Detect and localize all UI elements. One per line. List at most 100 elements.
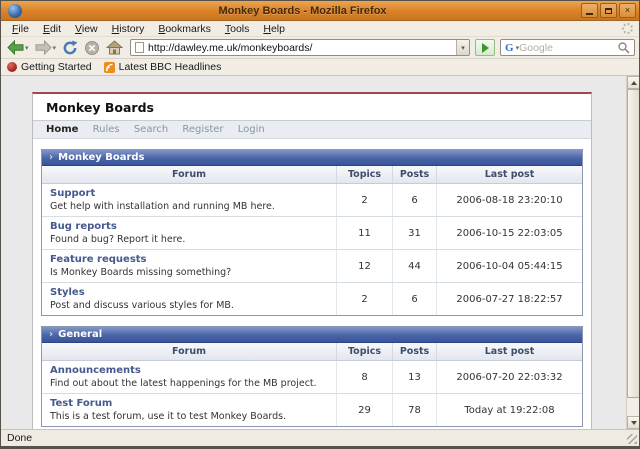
minimize-icon [586,13,593,15]
window-frame-bottom [1,446,639,448]
forum-link[interactable]: Announcements [50,365,141,376]
scroll-up-icon [631,81,637,85]
menu-view[interactable]: View [68,22,105,36]
vertical-scrollbar[interactable] [626,76,639,429]
last-post: 2006-07-20 22:03:32 [436,361,582,393]
nav-link-login[interactable]: Login [238,124,265,135]
column-forum: Forum [42,343,336,360]
rss-feed-icon [104,62,115,73]
forum-description: This is a test forum, use it to test Mon… [50,411,328,422]
scroll-down-button[interactable] [627,416,639,429]
column-posts: Posts [392,166,436,183]
forum-link[interactable]: Support [50,188,95,199]
posts-count: 31 [392,217,436,249]
forum-description: Is Monkey Boards missing something? [50,267,328,278]
column-forum: Forum [42,166,336,183]
bookmark-label: Latest BBC Headlines [119,61,222,73]
forum-section-general: › General Forum Topics Posts Last post A… [41,326,583,427]
column-last-post: Last post [436,343,582,360]
forum-row: Bug reportsFound a bug? Report it here. … [42,216,582,249]
forward-icon [35,40,52,55]
nav-link-home[interactable]: Home [46,124,78,135]
last-post: 2006-08-18 23:20:10 [436,184,582,216]
menu-history[interactable]: History [105,22,152,36]
menu-edit[interactable]: Edit [36,22,68,36]
bookmark-icon [7,62,17,72]
minimize-button[interactable] [581,3,598,18]
forum-link[interactable]: Bug reports [50,221,117,232]
forum-row: SupportGet help with installation and ru… [42,184,582,216]
last-post: 2006-07-27 18:22:57 [436,283,582,315]
title-bar[interactable]: Monkey Boards - Mozilla Firefox × [1,1,639,21]
navigation-toolbar: ▾ ▾ ▾ G ▾ [1,37,639,59]
topics-count: 11 [336,217,392,249]
forum-row: Feature requests Is Monkey Boards missing… [42,249,582,282]
topics-count: 8 [336,361,392,393]
section-header: › General [42,327,582,343]
posts-count: 44 [392,250,436,282]
forum-page: Monkey Boards Home Rules Search Register… [32,92,592,429]
site-icon [135,42,144,53]
posts-count: 13 [392,361,436,393]
browser-window: Monkey Boards - Mozilla Firefox × File E… [0,0,640,449]
forum-section-monkey-boards: › Monkey Boards Forum Topics Posts Last … [41,149,583,316]
maximize-icon [605,8,612,14]
status-bar: Done [1,429,639,446]
forum-row: AnnouncementsFind out about the latest h… [42,361,582,393]
column-topics: Topics [336,343,392,360]
home-icon [106,40,123,55]
go-button[interactable] [475,39,495,56]
nav-link-register[interactable]: Register [182,124,223,135]
last-post: 2006-10-04 05:44:15 [436,250,582,282]
magnifier-icon[interactable] [617,41,631,55]
firefox-icon [8,4,22,18]
nav-link-rules[interactable]: Rules [93,124,120,135]
forum-description: Post and discuss various styles for MB. [50,300,328,311]
forum-link[interactable]: Feature requests [50,254,147,265]
google-icon: G [505,42,514,54]
close-button[interactable]: × [619,3,636,18]
posts-count: 6 [392,283,436,315]
topics-count: 12 [336,250,392,282]
scrollbar-thumb[interactable] [627,89,639,398]
maximize-button[interactable] [600,3,617,18]
forum-link[interactable]: Test Forum [50,398,112,409]
back-dropdown-icon[interactable]: ▾ [25,44,29,52]
bookmark-getting-started[interactable]: Getting Started [7,61,92,73]
nav-link-search[interactable]: Search [134,124,168,135]
posts-count: 78 [392,394,436,426]
menu-file[interactable]: File [5,22,36,36]
section-title: Monkey Boards [58,152,144,163]
url-dropdown-button[interactable]: ▾ [456,40,469,55]
menu-help[interactable]: Help [256,22,292,36]
search-input[interactable] [519,42,617,54]
stop-button[interactable] [82,39,102,57]
menu-bookmarks[interactable]: Bookmarks [151,22,218,36]
back-icon [7,40,24,55]
menu-bar: File Edit View History Bookmarks Tools H… [1,21,639,37]
posts-count: 6 [392,184,436,216]
forum-description: Found a bug? Report it here. [50,234,328,245]
forum-nav: Home Rules Search Register Login [33,121,591,139]
topics-count: 2 [336,283,392,315]
reload-button[interactable] [60,39,80,57]
forward-button[interactable]: ▾ [33,39,59,56]
bookmark-bbc-headlines[interactable]: Latest BBC Headlines [104,61,222,73]
home-button[interactable] [104,39,125,56]
scroll-up-button[interactable] [627,76,639,89]
menu-tools[interactable]: Tools [218,22,257,36]
page-viewport: Monkey Boards Home Rules Search Register… [1,76,639,429]
forum-row: Test Forum This is a test forum, use it t… [42,393,582,426]
url-input[interactable] [148,40,456,55]
throbber-icon [622,23,633,34]
url-bar[interactable]: ▾ [130,39,470,56]
forum-row: Styles Post and discuss various styles fo… [42,282,582,315]
resize-grip[interactable] [627,434,637,444]
search-box[interactable]: G ▾ [500,39,635,56]
column-topics: Topics [336,166,392,183]
forum-link[interactable]: Styles [50,287,85,298]
page-title: Monkey Boards [33,94,591,121]
forward-dropdown-icon[interactable]: ▾ [53,44,57,52]
back-button[interactable]: ▾ [5,39,31,56]
column-header-row: Forum Topics Posts Last post [42,166,582,184]
